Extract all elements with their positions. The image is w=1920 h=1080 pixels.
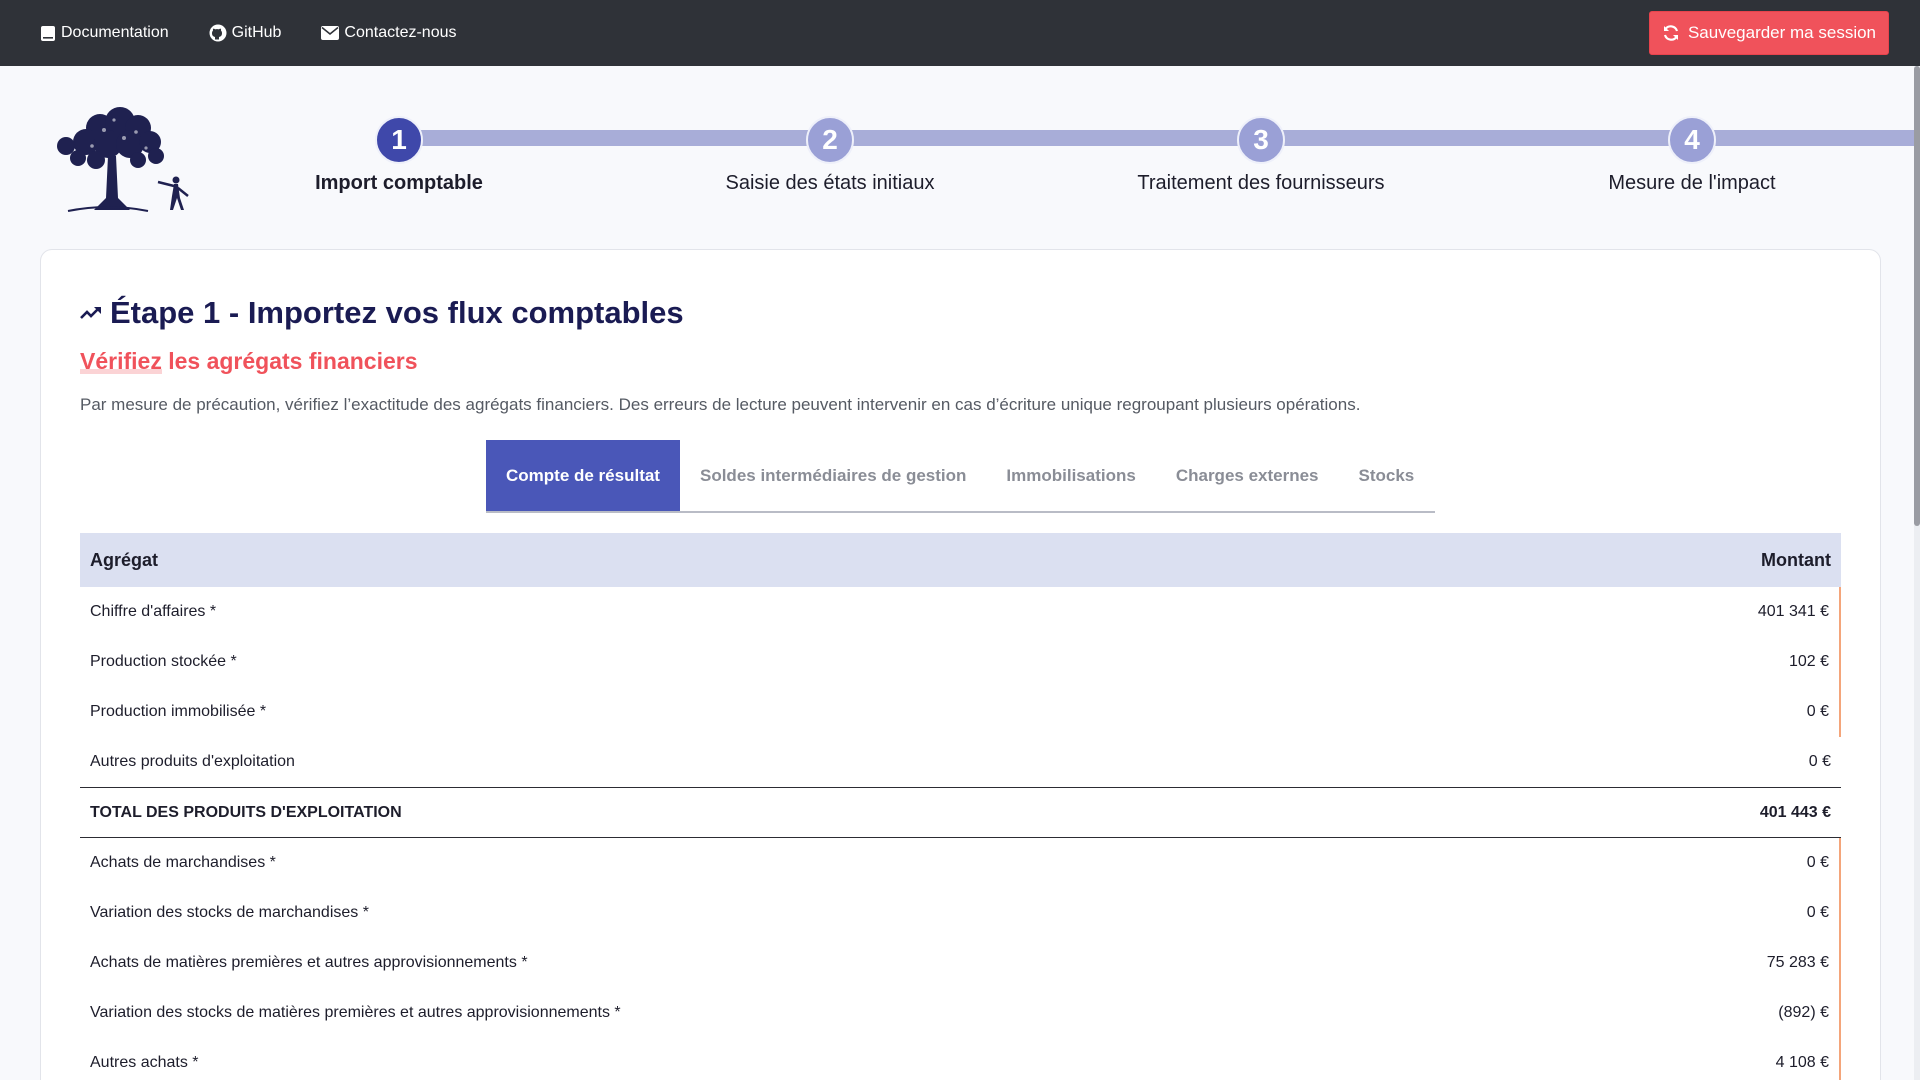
tab-soldes-intermediaires[interactable]: Soldes intermédiaires de gestion (680, 440, 986, 511)
row-amount: 0 € (1806, 904, 1829, 921)
page-title-text: Étape 1 - Importez vos flux comptables (110, 295, 684, 330)
row-amount: 0 € (1806, 854, 1829, 871)
row-label: Production immobilisée * (90, 703, 267, 720)
subtitle-underlined: Vérifiez (80, 348, 162, 374)
book-icon (41, 25, 55, 41)
step-label: Traitement des fournisseurs (1137, 172, 1385, 194)
row-amount: (892) € (1778, 1004, 1829, 1021)
total-label: TOTAL DES PRODUITS D'EXPLOITATION (90, 803, 402, 821)
row-label: Achats de matières premières et autres a… (90, 954, 528, 971)
table-total-row: TOTAL DES PRODUITS D'EXPLOITATION 401 44… (80, 787, 1841, 838)
row-label: Production stockée * (90, 653, 237, 670)
row-amount: 0 € (1806, 703, 1829, 720)
step-traitement-fournisseurs[interactable]: 3 Traitement des fournisseurs (1061, 116, 1461, 195)
tab-immobilisations[interactable]: Immobilisations (986, 440, 1155, 511)
row-amount: 75 283 € (1766, 954, 1829, 971)
step-number: 3 (1237, 116, 1285, 164)
tab-compte-de-resultat[interactable]: Compte de résultat (486, 440, 680, 511)
row-label: Chiffre d'affaires * (90, 603, 217, 620)
trend-up-icon (80, 307, 101, 319)
nav-link-github[interactable]: GitHub (209, 24, 282, 42)
row-amount: 401 341 € (1757, 603, 1829, 620)
nav-link-label: Contactez-nous (344, 24, 457, 41)
step-number: 2 (806, 116, 854, 164)
row-label: Achats de marchandises * (90, 854, 276, 871)
github-icon (209, 24, 227, 42)
step-mesure-impact[interactable]: 4 Mesure de l'impact (1492, 116, 1892, 195)
nav-link-label: Documentation (61, 24, 169, 41)
header-agregat: Agrégat (90, 549, 159, 570)
table-row: Variation des stocks de matières premièr… (80, 988, 1841, 1038)
aggregate-tabs: Compte de résultat Soldes intermédiaires… (486, 440, 1435, 513)
sync-icon (1663, 25, 1679, 41)
table-row: Production immobilisée * 0 € (80, 687, 1841, 737)
row-label: Autres achats * (90, 1054, 199, 1071)
table-row: Achats de matières premières et autres a… (80, 938, 1841, 988)
step-label: Mesure de l'impact (1608, 172, 1776, 194)
row-label: Variation des stocks de matières premièr… (90, 1004, 621, 1021)
table-row: Variation des stocks de marchandises * 0… (80, 888, 1841, 938)
save-session-button[interactable]: Sauvegarder ma session (1648, 11, 1889, 55)
nav-link-documentation[interactable]: Documentation (40, 24, 169, 42)
row-label: Variation des stocks de marchandises * (90, 904, 369, 921)
top-navbar: Documentation GitHub Contactez-nous Sauv… (0, 0, 1920, 66)
section-subtitle: Vérifiez les agrégats financiers (80, 348, 418, 375)
table-row: Autres produits d'exploitation 0 € (80, 737, 1841, 787)
table-row: Production stockée * 102 € (80, 637, 1841, 687)
main-card: Étape 1 - Importez vos flux comptables V… (40, 249, 1881, 1080)
tab-charges-externes[interactable]: Charges externes (1156, 440, 1339, 511)
total-amount: 401 443 € (1759, 803, 1831, 821)
page-title: Étape 1 - Importez vos flux comptables (80, 295, 684, 331)
envelope-icon (321, 26, 340, 40)
row-amount: 0 € (1808, 753, 1831, 770)
table-row: Autres achats * 4 108 € (80, 1038, 1841, 1080)
step-label: Saisie des états initiaux (725, 172, 935, 194)
page-scrollbar[interactable] (1914, 66, 1920, 1080)
step-number: 1 (375, 116, 423, 164)
step-import-comptable[interactable]: 1 Import comptable (199, 116, 599, 195)
header-montant: Montant (1761, 549, 1831, 570)
row-label: Autres produits d'exploitation (90, 753, 295, 770)
table-row: Achats de marchandises * 0 € (80, 838, 1841, 888)
step-label: Import comptable (315, 172, 483, 194)
tab-stocks[interactable]: Stocks (1339, 440, 1435, 511)
step-number: 4 (1668, 116, 1716, 164)
table-header: Agrégat Montant (80, 533, 1841, 587)
row-amount: 102 € (1788, 653, 1829, 670)
table-row: Chiffre d'affaires * 401 341 € (80, 587, 1841, 637)
subtitle-rest: les agrégats financiers (161, 348, 418, 374)
save-session-label: Sauvegarder ma session (1687, 23, 1876, 42)
row-amount: 4 108 € (1775, 1054, 1829, 1071)
scrollbar-thumb[interactable] (1914, 66, 1920, 526)
nav-link-label: GitHub (231, 24, 282, 41)
aggregates-table: Agrégat Montant Chiffre d'affaires * 401… (80, 533, 1841, 1080)
nav-link-contact[interactable]: Contactez-nous (321, 24, 456, 42)
section-description: Par mesure de précaution, vérifiez l’exa… (80, 395, 1361, 414)
tree-logo-icon (57, 107, 189, 212)
step-saisie-etats-initiaux[interactable]: 2 Saisie des états initiaux (630, 116, 1030, 195)
